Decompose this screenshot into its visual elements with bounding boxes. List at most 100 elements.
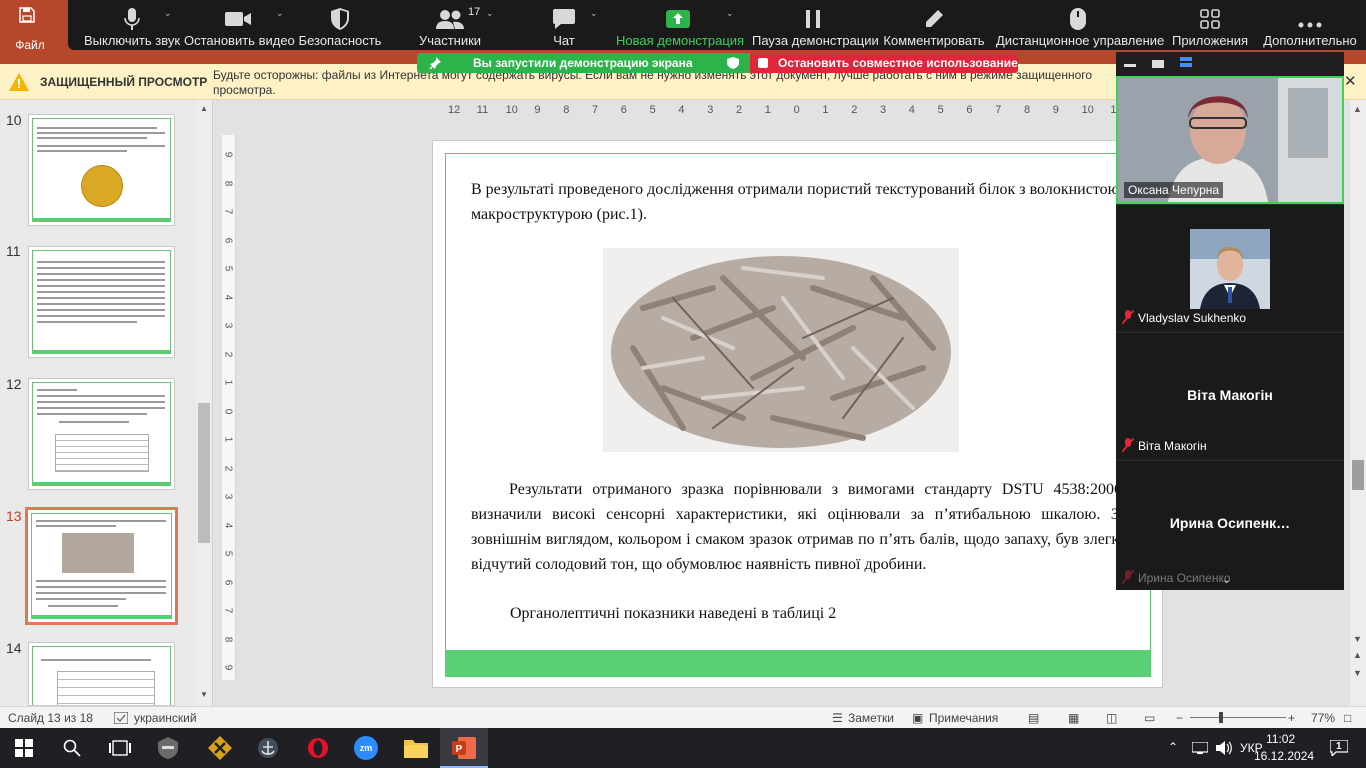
pin-icon[interactable] [429,57,441,69]
clock-time[interactable]: 11:02 [1266,732,1295,746]
slideshow-icon[interactable]: ▭ [1144,711,1155,725]
pause-share-button[interactable]: Пауза демонстрации [752,0,879,50]
new-share-button[interactable]: ⌄ Новая демонстрация [616,0,744,50]
stop-video-button[interactable]: ⌄ Остановить видео [184,0,295,50]
slide-sorter-icon[interactable]: ▦ [1068,711,1079,725]
protected-view-title: ЗАЩИЩЕННЫЙ ПРОСМОТР [40,75,208,89]
notification-count: 1 [1336,741,1342,752]
canvas-scrollbar[interactable]: ▲ ▼ ▲ ▼ [1350,100,1366,706]
ruler-mark: 2 [736,104,743,116]
taskbar-app-powerpoint[interactable]: P [440,728,488,768]
share-status-pill: Вы запустили демонстрацию экрана [417,53,750,73]
notes-icon[interactable]: ☰ [832,711,843,725]
chevron-up-icon[interactable]: ⌃ [1168,740,1178,754]
participant-tile-vladyslav[interactable]: Vladyslav Sukhenko [1116,204,1344,330]
scroll-up-arrow-icon[interactable]: ▲ [200,104,208,113]
search-button[interactable] [48,728,96,768]
slide-thumbnail-10[interactable] [28,114,175,226]
chat-label: Чат [553,33,575,48]
slide-paragraph-1[interactable]: В результаті проведеного дослідження отр… [471,177,1121,227]
scroll-up-arrow-icon[interactable]: ▲ [1353,104,1362,114]
slide-thumbnail-11[interactable] [28,246,175,358]
slide-paragraph-2[interactable]: Результати отриманого зразка порівнювали… [471,477,1126,577]
chevron-down-icon[interactable]: ⌄ [164,8,172,19]
spellcheck-icon[interactable] [114,712,128,724]
taskbar-app-zoom[interactable]: zm [342,728,390,768]
security-button[interactable]: Безопасность [296,0,384,50]
notes-button[interactable]: Заметки [848,711,894,725]
taskbar-app-opera[interactable] [294,728,342,768]
participant-display-name: Віта Макогін [1187,387,1273,403]
ruler-mark: 1 [822,104,829,116]
single-view-icon[interactable] [1152,60,1164,68]
ruler-mark: 7 [222,607,234,614]
slide-thumbnail-13[interactable] [25,507,178,625]
taskbar-app-explorer[interactable] [392,728,440,768]
ruler-mark: 2 [222,465,234,471]
slide-thumbnail-12[interactable] [28,378,175,490]
zoom-slider-track[interactable] [1190,717,1286,718]
taskbar-app-tanks[interactable] [144,728,192,768]
thumbnail-image [62,533,134,573]
svg-text:P: P [456,744,463,755]
slide-thumbnail-14[interactable] [28,642,175,706]
language-indicator[interactable]: украинский [134,711,197,725]
taskbar-app-crossout[interactable] [196,728,244,768]
normal-view-icon[interactable]: ▤ [1028,711,1039,725]
comments-button[interactable]: Примечания [929,711,998,725]
start-button[interactable] [0,728,48,768]
participant-tile-vita[interactable]: Віта Макогін Віта Макогін [1116,332,1344,458]
participant-tile-oksana[interactable]: Оксана Чепурна [1116,76,1344,204]
zoom-in-button[interactable]: + [1288,711,1295,725]
task-view-button[interactable] [96,728,144,768]
zoom-slider-thumb[interactable] [1219,712,1223,723]
ruler-mark: 9 [222,151,234,158]
next-slide-icon[interactable]: ▼ [1353,668,1362,678]
thumbnail-image [81,165,123,207]
annotate-button[interactable]: Комментировать [882,0,986,50]
file-menu-label: Файл [15,38,45,52]
chevron-down-icon[interactable]: ⌄ [726,8,734,19]
game-app-icon [158,737,178,759]
scroll-down-arrow-icon[interactable]: ▼ [200,690,208,699]
close-icon[interactable]: ✕ [1344,72,1357,90]
fit-slide-icon[interactable]: □ [1344,711,1351,725]
ruler-mark: 0 [793,104,800,116]
zoom-level[interactable]: 77% [1311,711,1335,725]
chevron-down-icon[interactable]: ⌄ [1222,573,1231,586]
reading-view-icon[interactable]: ◫ [1106,711,1117,725]
file-menu-button[interactable]: Файл [0,0,62,64]
more-label: Дополнительно [1263,33,1357,48]
participants-icon [436,10,464,29]
thumbnails-scrollbar[interactable]: ▲ ▼ [196,100,212,706]
more-button[interactable]: Дополнительно [1260,0,1360,50]
taskbar-app-warships[interactable] [244,728,292,768]
annotate-label: Комментировать [883,33,985,48]
gallery-view-icon[interactable] [1180,57,1192,61]
zoom-out-button[interactable]: − [1176,711,1183,725]
chat-button[interactable]: ⌄ Чат [534,0,598,50]
mute-button[interactable]: ⌄ Выключить звук [78,0,186,50]
remote-control-button[interactable]: Дистанционное управление [996,0,1164,50]
chevron-down-icon[interactable]: ⌄ [590,8,598,19]
comments-icon[interactable]: ▣ [912,711,923,725]
ruler-mark: 3 [707,104,714,116]
participants-button[interactable]: 17 ⌄ Участники [408,0,494,50]
scroll-down-arrow-icon[interactable]: ▼ [1353,634,1362,644]
stop-share-button[interactable]: Остановить совместное использование [750,53,1018,73]
participant-tile-iryna[interactable]: Ирина Осипенк… Ирина Осипенко ⌄ [1116,460,1344,590]
chevron-down-icon[interactable]: ⌄ [276,8,284,19]
minimize-icon[interactable] [1124,64,1136,67]
slide-paragraph-3[interactable]: Органолептичні показники наведені в табл… [510,601,836,626]
muted-microphone-icon [1122,438,1134,452]
opera-browser-icon [308,738,328,758]
zoom-app-icon: zm [354,736,378,760]
apps-button[interactable]: Приложения [1168,0,1252,50]
clock-date[interactable]: 16.12.2024 [1254,749,1314,763]
chevron-down-icon[interactable]: ⌄ [486,8,494,19]
network-icon[interactable] [1192,742,1208,754]
horizontal-ruler: 1211109876543210123456789101112 [432,103,1151,119]
previous-slide-icon[interactable]: ▲ [1353,650,1362,660]
volume-icon[interactable] [1216,741,1232,755]
current-slide[interactable]: В результаті проведеного дослідження отр… [432,140,1163,688]
